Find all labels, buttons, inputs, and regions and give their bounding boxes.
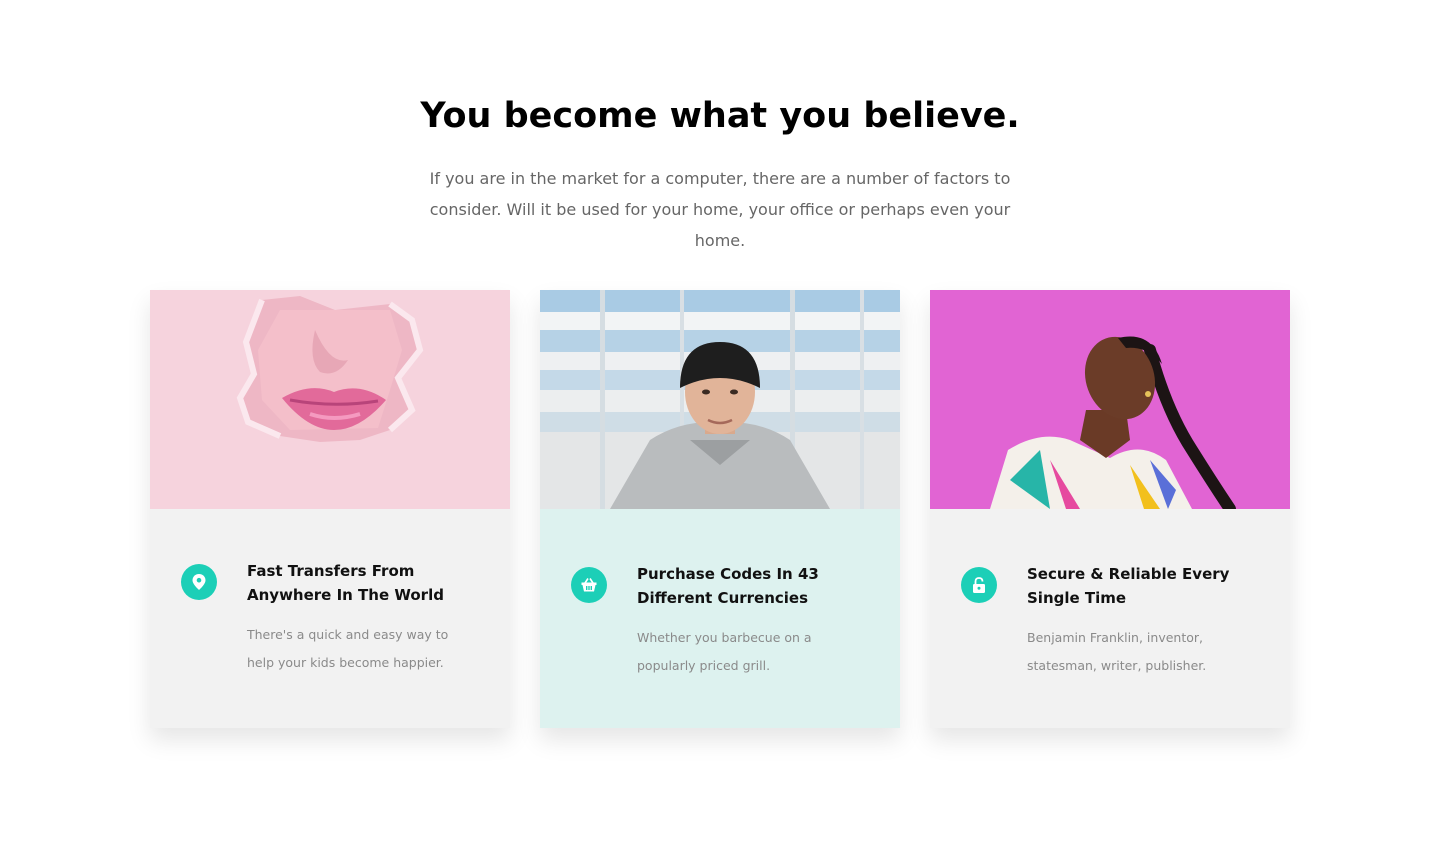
feature-card-currencies[interactable]: Purchase Codes In 43 Different Currencie… [540, 290, 900, 728]
woman-pink-wall-photo [930, 290, 1290, 509]
pink-lips-photo [150, 290, 510, 509]
section-heading: You become what you believe. [420, 96, 1020, 136]
card-title[interactable]: Purchase Codes In 43 Different Currencie… [637, 562, 857, 610]
card-title[interactable]: Fast Transfers From Anywhere In The Worl… [247, 559, 467, 607]
unlock-icon [961, 567, 997, 603]
card-title[interactable]: Secure & Reliable Every Single Time [1027, 562, 1247, 610]
feature-card-transfers[interactable]: Fast Transfers From Anywhere In The Worl… [150, 290, 510, 728]
map-pin-icon [181, 564, 217, 600]
card-body: Purchase Codes In 43 Different Currencie… [540, 509, 900, 728]
card-text: There's a quick and easy way to help you… [247, 627, 449, 670]
card-body: Secure & Reliable Every Single Time Benj… [930, 509, 1290, 728]
features-section: You become what you believe. If you are … [0, 0, 1440, 850]
card-body: Fast Transfers From Anywhere In The Worl… [150, 509, 510, 728]
feature-card-secure[interactable]: Secure & Reliable Every Single Time Benj… [930, 290, 1290, 728]
young-man-beanie-photo [540, 290, 900, 509]
basket-icon [571, 567, 607, 603]
card-text: Whether you barbecue on a popularly pric… [637, 630, 812, 673]
section-intro: If you are in the market for a computer,… [429, 169, 1011, 250]
card-text: Benjamin Franklin, inventor, statesman, … [1027, 630, 1207, 673]
